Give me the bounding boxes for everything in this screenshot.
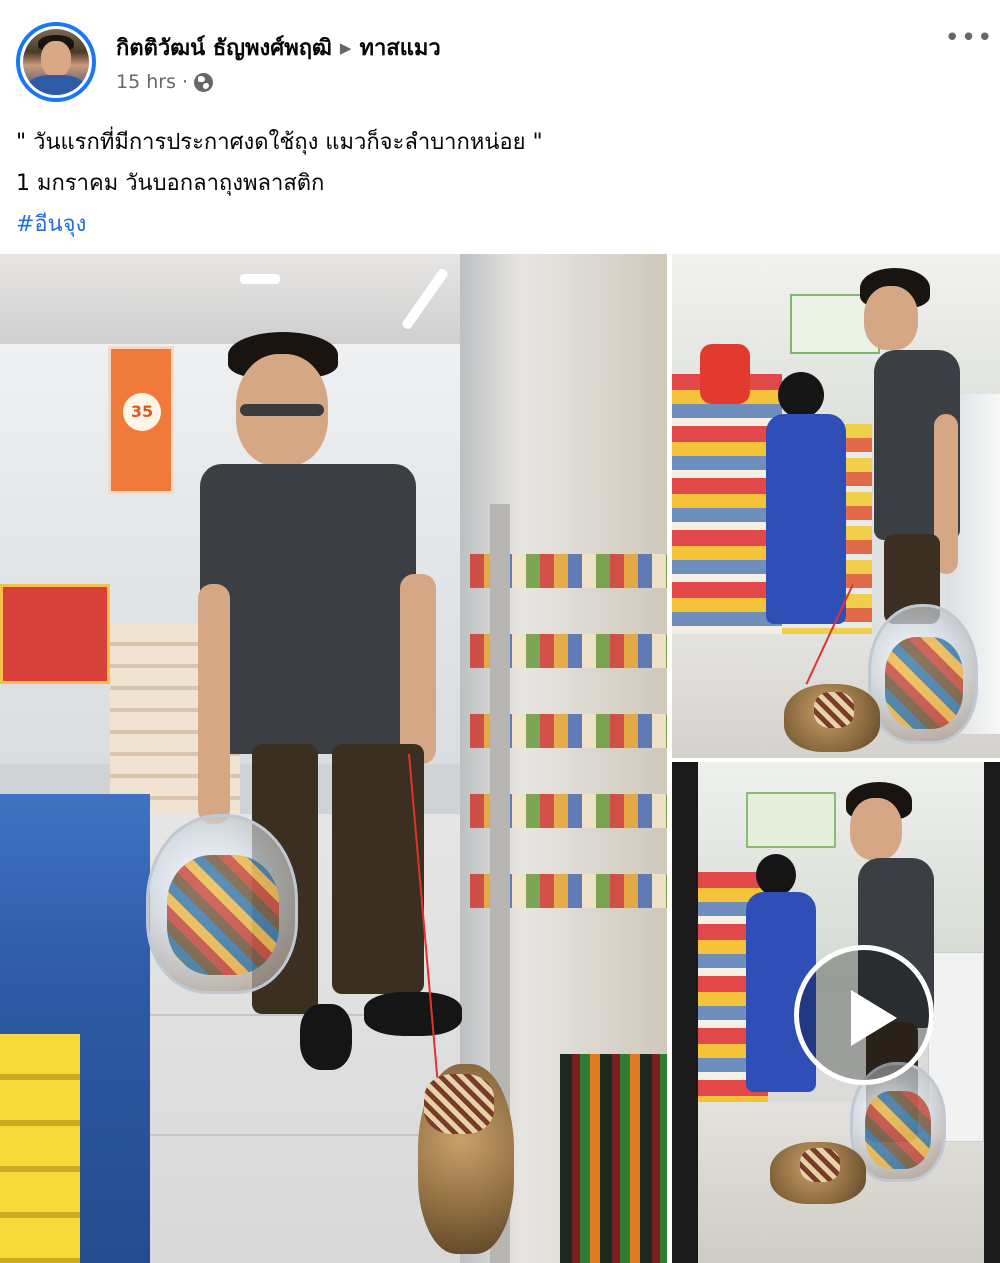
man-glasses xyxy=(240,404,324,416)
hashtag-link[interactable]: #อีนจุง xyxy=(16,204,976,245)
group-name[interactable]: ทาสแมว xyxy=(359,30,440,65)
backpack-contents xyxy=(865,1091,931,1169)
cat xyxy=(418,1064,514,1254)
man-head xyxy=(850,798,902,860)
globe-icon[interactable] xyxy=(194,72,214,92)
post-text-line-1: " วันแรกที่มีการประกาศงดใช้ถุง แมวก็จะลำ… xyxy=(16,130,543,155)
post-timestamp[interactable]: 15 hrs xyxy=(116,71,176,93)
man-tshirt xyxy=(200,464,416,754)
promo-sign: 35 xyxy=(108,346,174,494)
drink-bottles xyxy=(560,1054,667,1263)
man-sandal xyxy=(364,992,462,1036)
promo-sign-number: 35 xyxy=(123,393,161,431)
cat-harness xyxy=(800,1148,840,1182)
cashier xyxy=(700,344,750,404)
clear-pet-backpack xyxy=(146,814,298,994)
author-name[interactable]: กิตติวัฒน์ ธัญพงศ์พฤฒิ xyxy=(116,30,332,65)
author-avatar[interactable] xyxy=(16,22,96,102)
store-banner xyxy=(746,792,836,848)
cat-harness xyxy=(814,692,854,728)
post-text-line-2: 1 มกราคม วันบอกลาถุงพลาสติก xyxy=(16,171,325,196)
man-arm-left xyxy=(198,584,230,824)
store-worker xyxy=(766,414,846,624)
second-photo[interactable] xyxy=(672,254,1000,758)
shelf-yellow xyxy=(0,1034,80,1263)
play-button[interactable] xyxy=(794,945,934,1085)
more-options-button[interactable]: ••• xyxy=(944,24,994,54)
post-text: " วันแรกที่มีการประกาศงดใช้ถุง แมวก็จะลำ… xyxy=(16,122,976,245)
man-arm-right xyxy=(400,574,436,764)
avatar-photo xyxy=(23,29,89,95)
man-head xyxy=(864,286,918,350)
cat xyxy=(784,684,880,752)
worker-hair xyxy=(756,854,796,896)
meta-separator: · xyxy=(181,71,189,93)
arrow-right-icon: ▶ xyxy=(339,38,352,57)
worker-hair xyxy=(778,372,824,418)
ceiling-light xyxy=(240,274,280,284)
man-sandal xyxy=(300,1004,352,1070)
post-meta: 15 hrs · xyxy=(116,71,214,93)
cat xyxy=(770,1142,866,1204)
avatar-face xyxy=(41,41,71,77)
product-boxes xyxy=(0,584,110,684)
video-thumbnail[interactable] xyxy=(672,762,1000,1263)
photo-grid: 35 37 180 xyxy=(0,254,1000,1263)
main-photo[interactable]: 35 37 180 xyxy=(0,254,667,1263)
backpack-contents xyxy=(167,855,279,975)
cat-harness xyxy=(424,1074,494,1134)
clear-pet-backpack xyxy=(868,604,978,744)
play-icon xyxy=(851,990,897,1046)
video-frame xyxy=(698,762,984,1263)
backpack-contents xyxy=(885,637,963,729)
avatar-shirt xyxy=(27,75,85,95)
post-header: กิตติวัฒน์ ธัญพงศ์พฤฒิ ▶ ทาสแมว 15 hrs ·… xyxy=(0,0,1000,110)
author-row: กิตติวัฒน์ ธัญพงศ์พฤฒิ ▶ ทาสแมว xyxy=(116,30,441,65)
